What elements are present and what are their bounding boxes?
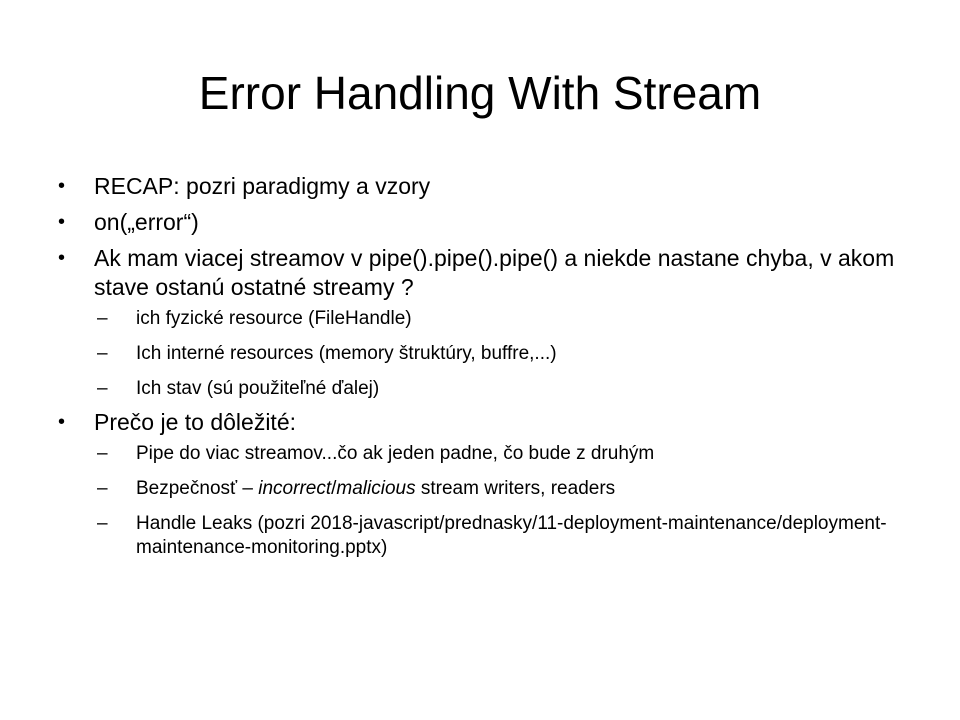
sub-bullet-item: – Ich stav (sú použiteľné ďalej) <box>94 377 908 401</box>
slide-title: Error Handling With Stream <box>198 67 762 119</box>
bullet-text: on(„error“) <box>94 209 199 235</box>
sub-bullet-item: – Ich interné resources (memory štruktúr… <box>94 342 908 366</box>
bullet-item: • on(„error“) <box>58 208 908 237</box>
sub-bullet-item: – Bezpečnosť – incorrect/malicious strea… <box>94 477 908 501</box>
dash-icon: – <box>97 478 108 499</box>
dash-icon: – <box>97 378 108 399</box>
sub-bullet-text: ich fyzické resource (FileHandle) <box>136 308 412 329</box>
bullet-text: Ak mam viacej streamov v pipe().pipe().p… <box>94 245 895 300</box>
sub-bullet-text: Handle Leaks (pozri 2018-javascript/pred… <box>136 513 887 558</box>
bullet-text: RECAP: pozri paradigmy a vzory <box>94 173 431 199</box>
sub-bullet-text-part: Bezpečnosť – <box>136 478 259 499</box>
sub-bullet-item: – Pipe do viac streamov...čo ak jeden pa… <box>94 442 908 466</box>
bullet-item: • RECAP: pozri paradigmy a vzory <box>58 172 908 201</box>
dash-icon: – <box>97 443 108 464</box>
dash-icon: – <box>97 308 108 329</box>
sub-bullet-text: Ich interné resources (memory štruktúry,… <box>136 343 557 364</box>
bullet-text: Prečo je to dôležité: <box>94 409 297 435</box>
sub-bullet-item: – Handle Leaks (pozri 2018-javascript/pr… <box>94 512 908 560</box>
sub-bullet-text: Pipe do viac streamov...čo ak jeden padn… <box>136 443 655 464</box>
bullet-item: • Prečo je to dôležité: – Pipe do viac s… <box>58 408 908 560</box>
bullet-list: • RECAP: pozri paradigmy a vzory • on(„e… <box>58 172 908 560</box>
dash-icon: – <box>97 513 108 534</box>
sub-bullet-list: – Pipe do viac streamov...čo ak jeden pa… <box>94 442 908 560</box>
sub-bullet-text-part: stream writers, readers <box>415 478 616 499</box>
bullet-icon: • <box>58 411 66 433</box>
bullet-icon: • <box>58 211 66 233</box>
slide: Error Handling With Stream • RECAP: pozr… <box>0 0 960 720</box>
bullet-icon: • <box>58 175 66 197</box>
bullet-item: • Ak mam viacej streamov v pipe().pipe()… <box>58 244 908 401</box>
sub-bullet-item: – ich fyzické resource (FileHandle) <box>94 307 908 331</box>
dash-icon: – <box>97 343 108 364</box>
sub-bullet-list: – ich fyzické resource (FileHandle) – Ic… <box>94 307 908 401</box>
sub-bullet-text-italic: incorrect <box>258 478 332 499</box>
slide-content: • RECAP: pozri paradigmy a vzory • on(„e… <box>58 172 908 567</box>
bullet-icon: • <box>58 247 66 269</box>
sub-bullet-text: Ich stav (sú použiteľné ďalej) <box>136 378 380 399</box>
sub-bullet-text-italic: malicious <box>336 478 416 499</box>
sub-bullet-text: Bezpečnosť – incorrect/malicious stream … <box>136 478 615 499</box>
